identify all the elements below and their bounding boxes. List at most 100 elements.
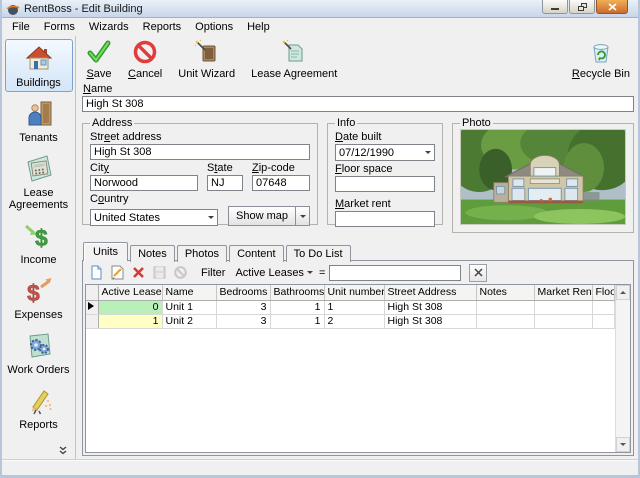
- filter-column-value: Active Leases: [235, 267, 303, 279]
- col-name[interactable]: Name: [162, 285, 216, 300]
- col-market-rent[interactable]: Market Rent: [534, 285, 592, 300]
- svg-text:$: $: [27, 280, 40, 305]
- vertical-scrollbar[interactable]: [615, 285, 630, 452]
- cell-bedrooms[interactable]: 3: [216, 314, 270, 328]
- building-photo: [460, 129, 626, 225]
- cancel-record-icon[interactable]: [172, 265, 189, 281]
- save-record-icon[interactable]: [151, 265, 168, 281]
- sidebar: Buildings Tenants Lease Agreements $ Inc…: [2, 36, 76, 459]
- menu-wizards[interactable]: Wizards: [82, 19, 136, 35]
- cell-bathrooms[interactable]: 1: [270, 300, 324, 314]
- titlebar: RentBoss - Edit Building: [2, 0, 638, 18]
- sidebar-item-lease-agreements[interactable]: Lease Agreements: [5, 149, 73, 214]
- market-rent-input[interactable]: [335, 211, 435, 227]
- show-map-button[interactable]: Show map: [228, 206, 296, 226]
- menu-file[interactable]: File: [5, 19, 37, 35]
- triangle-up-icon: [620, 291, 626, 294]
- market-rent-label: Market rent: [335, 198, 435, 210]
- col-unit-number[interactable]: Unit number: [324, 285, 384, 300]
- menu-forms[interactable]: Forms: [37, 19, 82, 35]
- tab-photos[interactable]: Photos: [177, 245, 227, 262]
- new-record-icon[interactable]: [88, 265, 105, 281]
- chevron-down-icon: [300, 215, 306, 218]
- cell-notes[interactable]: [476, 314, 534, 328]
- floor-space-input[interactable]: [335, 176, 435, 192]
- lease-agreement-button[interactable]: Lease Agreement: [251, 39, 337, 80]
- cell-floor-space[interactable]: [592, 314, 615, 328]
- floor-space-label: Floor space: [335, 163, 435, 175]
- name-input[interactable]: [82, 96, 634, 112]
- cell-market-rent[interactable]: [534, 300, 592, 314]
- cell-name[interactable]: Unit 2: [162, 314, 216, 328]
- sidebar-item-income[interactable]: $ Income: [5, 216, 73, 269]
- name-label: Name: [76, 82, 638, 96]
- filter-column-combobox[interactable]: Active Leases: [233, 266, 314, 280]
- street-address-input[interactable]: [90, 144, 310, 160]
- tab-notes[interactable]: Notes: [130, 245, 175, 262]
- sidebar-item-expenses[interactable]: $ Expenses: [5, 271, 73, 324]
- cell-name[interactable]: Unit 1: [162, 300, 216, 314]
- col-active-lease[interactable]: Active Lease: [98, 285, 162, 300]
- row-selector-header: [86, 285, 98, 300]
- grid-toolbar: Filter Active Leases =: [83, 261, 633, 283]
- sidebar-item-tenants[interactable]: Tenants: [5, 94, 73, 147]
- calculator-paper-icon: [24, 153, 54, 186]
- cancel-label: Cancel: [128, 68, 162, 80]
- cell-street-address[interactable]: High St 308: [384, 300, 476, 314]
- show-map-dropdown-button[interactable]: [296, 206, 310, 226]
- sidebar-item-reports[interactable]: Reports: [5, 381, 73, 434]
- row-selector-cell[interactable]: [86, 314, 98, 328]
- cell-bathrooms[interactable]: 1: [270, 314, 324, 328]
- filter-value-input[interactable]: [329, 265, 461, 281]
- menu-reports[interactable]: Reports: [136, 19, 189, 35]
- clear-filter-button[interactable]: [469, 264, 487, 282]
- cancel-button[interactable]: Cancel: [128, 39, 162, 80]
- city-input[interactable]: [90, 175, 198, 191]
- scroll-down-button[interactable]: [616, 437, 630, 452]
- sidebar-item-work-orders[interactable]: Work Orders: [5, 326, 73, 379]
- recycle-bin-label: Recycle Bin: [572, 68, 630, 80]
- cell-street-address[interactable]: High St 308: [384, 314, 476, 328]
- date-built-combobox[interactable]: 07/12/1990: [335, 144, 435, 161]
- col-floor-space[interactable]: Floor Space: [592, 285, 615, 300]
- col-street-address[interactable]: Street Address: [384, 285, 476, 300]
- delete-record-icon[interactable]: [130, 265, 147, 281]
- show-map-label: Show map: [236, 210, 288, 222]
- tab-content[interactable]: Content: [229, 245, 284, 262]
- cancel-prohibit-icon: [132, 39, 158, 68]
- scroll-up-button[interactable]: [616, 285, 630, 300]
- tab-to-do-list[interactable]: To Do List: [286, 245, 351, 262]
- zip-code-input[interactable]: [252, 175, 310, 191]
- chevron-down-icon: [307, 271, 313, 274]
- row-selector-cell[interactable]: [86, 300, 98, 314]
- main-panel: Save Cancel Unit Wizard: [76, 36, 638, 459]
- recycle-bin-button[interactable]: Recycle Bin: [572, 39, 630, 80]
- edit-record-icon[interactable]: [109, 265, 126, 281]
- cell-active-lease[interactable]: 1: [98, 314, 162, 328]
- minimize-button[interactable]: [542, 0, 568, 14]
- menu-help[interactable]: Help: [240, 19, 277, 35]
- col-bathrooms[interactable]: Bathrooms: [270, 285, 324, 300]
- menu-options[interactable]: Options: [188, 19, 240, 35]
- cell-unit-number[interactable]: 1: [324, 300, 384, 314]
- tab-units[interactable]: Units: [83, 242, 128, 261]
- col-bedrooms[interactable]: Bedrooms: [216, 285, 270, 300]
- cell-bedrooms[interactable]: 3: [216, 300, 270, 314]
- save-label: Save: [86, 68, 111, 80]
- sidebar-item-buildings[interactable]: Buildings: [5, 39, 73, 92]
- tab-strip: Units Notes Photos Content To Do List: [76, 237, 638, 261]
- cell-active-lease[interactable]: 0: [98, 300, 162, 314]
- info-groupbox: Info Date built 07/12/1990 Floor space M…: [327, 117, 443, 225]
- close-button[interactable]: [596, 0, 628, 14]
- cell-floor-space[interactable]: [592, 300, 615, 314]
- col-notes[interactable]: Notes: [476, 285, 534, 300]
- unit-wizard-button[interactable]: Unit Wizard: [178, 39, 235, 80]
- state-input[interactable]: [207, 175, 243, 191]
- cell-market-rent[interactable]: [534, 314, 592, 328]
- cell-notes[interactable]: [476, 300, 534, 314]
- sidebar-more-chevron-icon[interactable]: [57, 446, 69, 456]
- cell-unit-number[interactable]: 2: [324, 314, 384, 328]
- country-combobox[interactable]: United States: [90, 209, 218, 226]
- restore-button[interactable]: [569, 0, 595, 14]
- save-button[interactable]: Save: [86, 39, 112, 80]
